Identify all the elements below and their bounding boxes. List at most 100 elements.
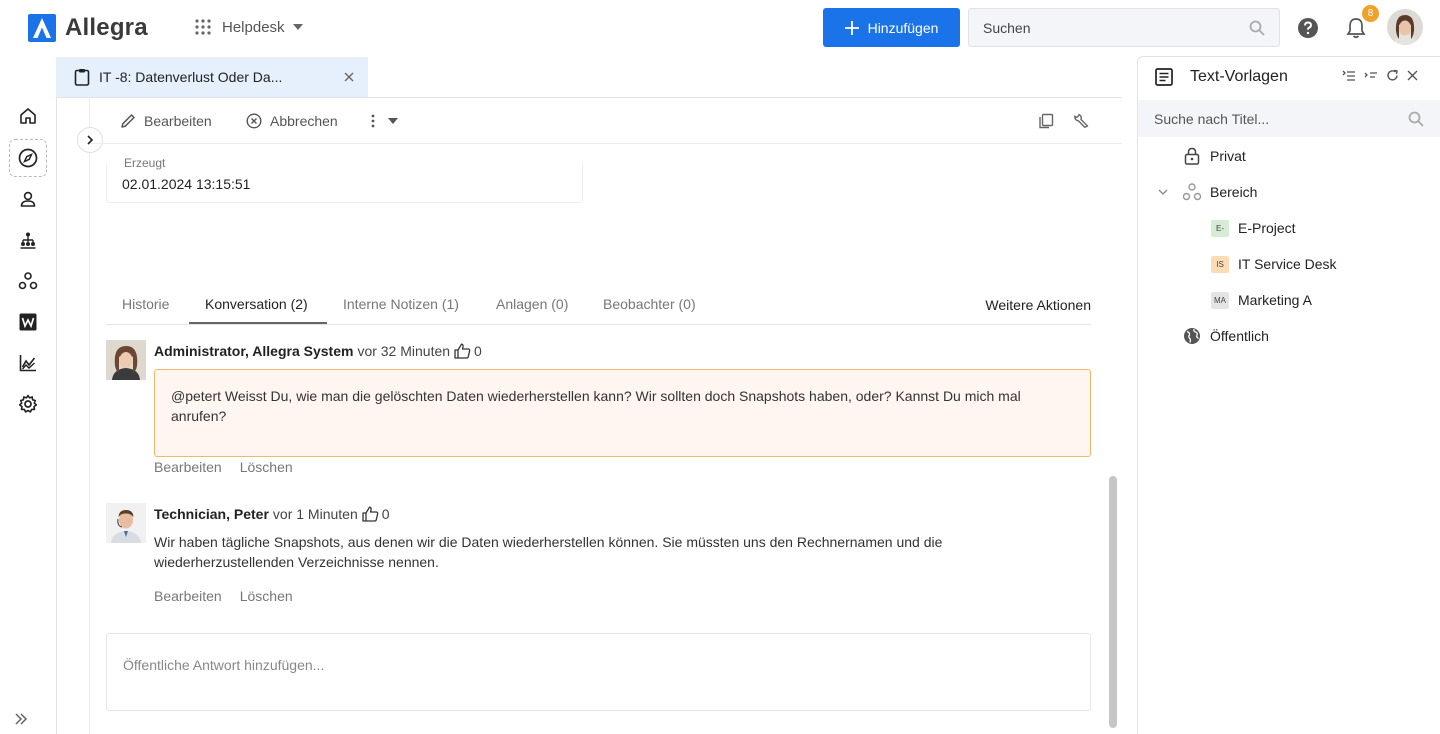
cancel-button[interactable]: Abbrechen <box>246 113 338 129</box>
search-icon <box>1249 20 1265 36</box>
cancel-circle-icon <box>246 113 262 129</box>
bell-icon <box>1346 18 1366 39</box>
nav-settings[interactable] <box>9 385 47 423</box>
tree-item-it-service-desk[interactable]: IS IT Service Desk <box>1210 254 1337 274</box>
group-icon <box>18 272 38 290</box>
project-chip-container: IS <box>1210 254 1230 274</box>
template-search-placeholder: Suche nach Titel... <box>1154 110 1270 127</box>
collapse-all-button[interactable] <box>1364 71 1378 81</box>
copy-icon <box>1039 113 1054 129</box>
lock-icon <box>1182 146 1202 166</box>
double-chevron-right-icon <box>15 713 28 725</box>
caret-down-icon <box>388 118 398 124</box>
tree-item-label: IT Service Desk <box>1238 256 1337 272</box>
item-toolbar: Bearbeiten Abbrechen <box>90 98 1122 144</box>
tab-conversation[interactable]: Konversation (2) <box>205 296 308 312</box>
tree-item-area[interactable]: Bereich <box>1158 182 1257 202</box>
left-navigation <box>0 96 56 734</box>
more-actions-button[interactable]: Weitere Aktionen <box>985 297 1091 313</box>
scrollbar-thumb[interactable] <box>1109 476 1117 728</box>
add-button-label: Hinzufügen <box>867 19 939 36</box>
project-chip-container: E- <box>1210 218 1230 238</box>
copy-button[interactable] <box>1038 113 1054 129</box>
tree-item-label: Privat <box>1210 148 1246 164</box>
nav-organization[interactable] <box>9 221 47 259</box>
nav-groups[interactable] <box>9 262 47 300</box>
comment-delete-link[interactable]: Löschen <box>240 588 293 604</box>
group-icon <box>1182 182 1202 202</box>
project-chip: IS <box>1211 255 1229 273</box>
comment-delete-link[interactable]: Löschen <box>240 459 293 475</box>
tree-item-public[interactable]: Öffentlich <box>1182 326 1269 346</box>
gear-icon <box>18 394 38 413</box>
comment-edit-link[interactable]: Bearbeiten <box>154 459 222 475</box>
tree-item-e-project[interactable]: E- E-Project <box>1210 218 1296 238</box>
refresh-button[interactable] <box>1386 69 1399 82</box>
project-chip-container: MA <box>1210 290 1230 310</box>
more-menu-button[interactable] <box>370 114 398 128</box>
help-button[interactable] <box>1297 17 1319 39</box>
thumbs-up-icon[interactable] <box>362 506 379 522</box>
caret-down-icon <box>292 24 303 30</box>
add-button[interactable]: Hinzufügen <box>823 8 960 47</box>
tab-attachments[interactable]: Anlagen (0) <box>496 296 568 312</box>
created-field-label: Erzeugt <box>122 156 168 170</box>
project-chip: E- <box>1211 219 1229 237</box>
tab-history[interactable]: Historie <box>122 296 169 312</box>
close-icon[interactable] <box>344 72 354 82</box>
nav-wiki[interactable] <box>9 303 47 341</box>
pencil-icon <box>121 114 135 128</box>
nav-browse[interactable] <box>9 139 47 177</box>
edit-button[interactable]: Bearbeiten <box>120 113 212 129</box>
tree-item-private[interactable]: Privat <box>1182 146 1246 166</box>
hierarchy-icon <box>20 232 36 249</box>
close-panel-button[interactable] <box>1407 70 1418 81</box>
notification-badge: 8 <box>1362 5 1379 22</box>
app-logo[interactable]: Allegra <box>28 14 148 42</box>
chevron-down-icon[interactable] <box>1158 189 1168 195</box>
person-icon <box>20 191 36 207</box>
comment-time: vor 32 Minuten <box>357 343 451 359</box>
comment-header: Technician, Peter vor 1 Minuten 0 <box>154 506 390 522</box>
collapse-list-icon <box>1364 71 1377 78</box>
public-reply-input[interactable]: Öffentliche Antwort hinzufügen... <box>106 633 1091 711</box>
like-count: 0 <box>381 506 390 522</box>
expand-nav-button[interactable] <box>14 712 28 726</box>
thumbs-up-icon[interactable] <box>454 343 471 359</box>
document-tab[interactable]: IT -8: Datenverlust Oder Da... <box>56 57 368 97</box>
comment-text: @petert Weisst Du, wie man die gelöschte… <box>171 388 1021 424</box>
search-placeholder: Suchen <box>983 19 1031 36</box>
clipboard-icon <box>74 69 90 86</box>
apps-grid-icon <box>195 19 211 35</box>
wrench-icon <box>1074 113 1089 128</box>
global-search-input[interactable]: Suchen <box>968 8 1280 47</box>
module-switcher[interactable]: Helpdesk <box>194 18 303 36</box>
more-vertical-icon <box>371 114 375 128</box>
project-chip: MA <box>1211 291 1229 309</box>
expand-all-button[interactable] <box>1342 70 1356 82</box>
technician-photo-icon <box>106 503 146 543</box>
tab-watchers[interactable]: Beobachter (0) <box>603 296 696 312</box>
template-search-input[interactable]: Suche nach Titel... <box>1138 100 1440 137</box>
wiki-icon <box>19 313 37 331</box>
notifications-button[interactable] <box>1346 17 1366 39</box>
app-name: Allegra <box>65 14 148 41</box>
tab-internal-notes[interactable]: Interne Notizen (1) <box>343 296 459 312</box>
comment-edit-link[interactable]: Bearbeiten <box>154 588 222 604</box>
avatar <box>106 340 146 380</box>
user-avatar[interactable] <box>1387 9 1423 45</box>
comment-author[interactable]: Administrator, Allegra System <box>154 343 353 359</box>
home-icon <box>20 108 36 124</box>
nav-home[interactable] <box>9 97 47 135</box>
comment-author[interactable]: Technician, Peter <box>154 506 269 522</box>
user-photo-icon <box>1387 9 1423 45</box>
nav-reports[interactable] <box>9 344 47 382</box>
search-icon <box>1408 111 1424 127</box>
conversation-tabs: Historie Konversation (2) Interne Notize… <box>106 286 1091 325</box>
tools-button[interactable] <box>1073 113 1089 129</box>
globe-icon <box>1182 326 1202 346</box>
nav-persons[interactable] <box>9 180 47 218</box>
like-count: 0 <box>474 343 482 359</box>
tree-item-marketing-a[interactable]: MA Marketing A <box>1210 290 1312 310</box>
comment-header: Administrator, Allegra System vor 32 Min… <box>154 343 482 359</box>
